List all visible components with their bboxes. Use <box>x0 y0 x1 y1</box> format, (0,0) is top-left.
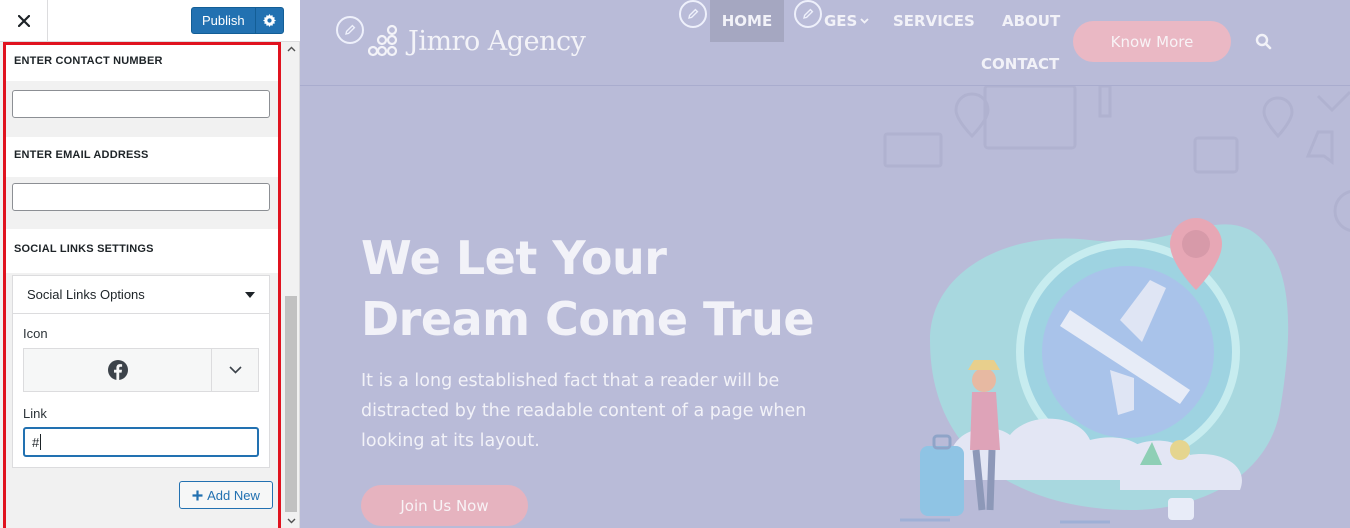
edit-logo-shortcut[interactable] <box>336 16 364 44</box>
scroll-up-arrow[interactable] <box>283 42 299 56</box>
social-links-title: SOCIAL LINKS SETTINGS <box>14 243 154 255</box>
triangle-down-icon <box>245 291 255 298</box>
social-links-accordion-toggle[interactable]: Social Links Options <box>13 276 269 314</box>
logo-dots-icon <box>368 24 398 57</box>
icon-preview <box>24 349 212 391</box>
chevron-down-icon <box>287 518 295 524</box>
scroll-down-arrow[interactable] <box>283 514 299 528</box>
search-icon[interactable] <box>1255 33 1272 50</box>
hero-title: We Let Your Dream Come True <box>361 228 815 350</box>
pencil-icon <box>688 8 699 19</box>
hero-title-line-1: We Let Your <box>361 231 667 285</box>
customizer-header: Publish <box>0 0 300 42</box>
hero-description: It is a long established fact that a rea… <box>361 371 807 451</box>
nav-home[interactable]: HOME <box>710 0 784 42</box>
nav-pages[interactable]: GES <box>824 12 870 30</box>
icon-label: Icon <box>23 326 48 341</box>
social-heading-row: SOCIAL LINKS SETTINGS <box>6 229 278 273</box>
link-input-value: # <box>32 434 40 450</box>
publish-button[interactable]: Publish <box>191 7 284 34</box>
site-preview: Jimro Agency HOME GES SERVICES ABOUT CON… <box>300 0 1350 528</box>
sidebar-scrollbar[interactable] <box>283 42 299 528</box>
nav-about[interactable]: ABOUT <box>1002 12 1060 30</box>
add-new-label: Add New <box>207 487 260 503</box>
icon-picker[interactable] <box>23 348 259 392</box>
site-logo[interactable]: Jimro Agency <box>368 24 586 58</box>
chevron-down-icon <box>228 366 242 374</box>
add-new-button[interactable]: Add New <box>179 481 273 509</box>
join-us-button[interactable]: Join Us Now <box>361 485 528 526</box>
edit-menu-item-shortcut[interactable] <box>794 0 822 28</box>
customizer-sidebar: Publish ENTER CONTACT NUMBER ENTER EMAIL… <box>0 0 300 528</box>
contact-number-input[interactable] <box>12 90 270 118</box>
close-icon <box>17 15 30 27</box>
link-input[interactable]: # <box>23 427 259 457</box>
gear-icon <box>263 14 277 27</box>
chevron-down-icon <box>860 18 870 24</box>
edit-menu-shortcut[interactable] <box>679 0 707 28</box>
site-header: Jimro Agency HOME GES SERVICES ABOUT CON… <box>300 0 1350 86</box>
email-heading-row: ENTER EMAIL ADDRESS <box>6 137 278 177</box>
publish-label: Publish <box>202 13 245 28</box>
social-link-item: Icon Link # <box>13 314 269 467</box>
nav-contact[interactable]: CONTACT <box>981 55 1059 73</box>
scrollbar-thumb[interactable] <box>285 296 297 512</box>
travel-illustration <box>900 218 1289 524</box>
pencil-icon <box>345 24 356 35</box>
know-more-button[interactable]: Know More <box>1073 21 1231 62</box>
close-customizer-button[interactable] <box>0 0 48 42</box>
publish-settings-button[interactable] <box>255 8 283 33</box>
pencil-icon <box>803 8 814 19</box>
email-title: ENTER EMAIL ADDRESS <box>14 149 149 161</box>
plus-icon <box>192 490 203 500</box>
icon-picker-toggle[interactable] <box>212 349 258 391</box>
accordion-label: Social Links Options <box>27 287 145 302</box>
hero-title-line-2: Dream Come True <box>361 292 815 346</box>
facebook-icon <box>107 360 128 380</box>
text-cursor <box>40 434 42 450</box>
nav-pages-label: GES <box>824 12 858 30</box>
contact-number-title: ENTER CONTACT NUMBER <box>14 55 163 67</box>
highlighted-settings-panel: ENTER CONTACT NUMBER ENTER EMAIL ADDRESS… <box>3 42 281 528</box>
chevron-up-icon <box>287 46 295 52</box>
contact-number-heading-row: ENTER CONTACT NUMBER <box>6 45 278 81</box>
logo-text: Jimro Agency <box>408 25 586 57</box>
nav-services[interactable]: SERVICES <box>893 12 975 30</box>
email-input[interactable] <box>12 183 270 211</box>
social-links-accordion: Social Links Options Icon Link # <box>12 275 270 468</box>
link-label: Link <box>23 406 47 421</box>
